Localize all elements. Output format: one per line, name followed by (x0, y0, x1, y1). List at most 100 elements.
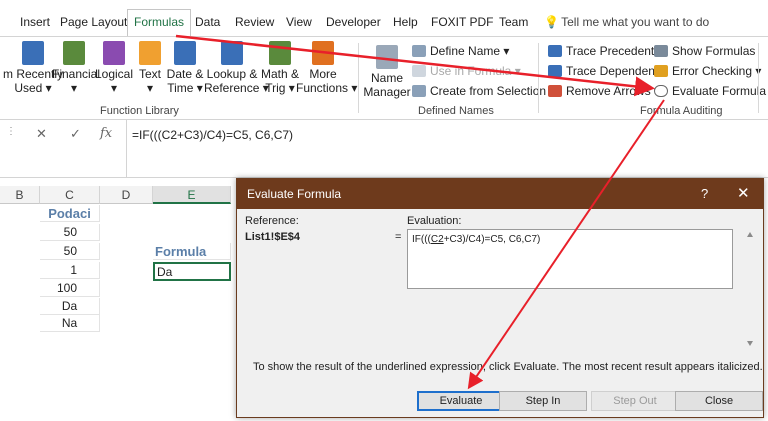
financial-icon (63, 41, 85, 65)
column-header-e[interactable]: E (153, 186, 231, 204)
formula-bar-divider (126, 120, 127, 178)
cell-e-label[interactable]: Formula (153, 243, 231, 260)
financial-button[interactable]: Financial ▾ (52, 41, 100, 95)
cell-c-value[interactable]: Na (40, 315, 100, 332)
formula-bar: ⋮ ✕ ✓ fx =IF(((C2+C3)/C4)=C5, C6,C7) (0, 120, 768, 178)
formula-input[interactable]: =IF(((C2+C3)/C4)=C5, C6,C7) (132, 128, 293, 142)
trace-dependents-button[interactable]: Trace Dependents (548, 62, 664, 80)
cell-c-value[interactable]: 1 (40, 262, 100, 279)
formula-auditing-label: Formula Auditing (640, 105, 723, 117)
close-icon[interactable]: ✕ (737, 184, 750, 202)
error-checking-button[interactable]: Error Checking ▾ (654, 62, 761, 80)
group-separator (758, 43, 759, 113)
star-icon (22, 41, 44, 65)
create-from-selection-button[interactable]: Create from Selection (412, 82, 546, 100)
tab-team[interactable]: Team (493, 10, 534, 34)
evaluate-formula-dialog: Evaluate Formula ? ✕ Reference: List1!$E… (236, 178, 764, 418)
date-time-button[interactable]: Date & Time ▾ (164, 41, 206, 95)
function-library-label: Function Library (100, 105, 179, 117)
name-manager-label-2: Manager (363, 85, 411, 99)
tag-icon (412, 45, 426, 57)
trace-precedents-button[interactable]: Trace Precedents (548, 42, 660, 60)
formula-bar-buttons: ✕ ✓ fx (24, 124, 124, 146)
evaluate-formula-icon (654, 85, 668, 97)
define-name-button[interactable]: Define Name ▾ (412, 42, 509, 60)
scrollbar-arrows-icon (747, 232, 753, 346)
dialog-titlebar: Evaluate Formula ? ✕ (237, 179, 763, 209)
tab-insert[interactable]: Insert (14, 10, 56, 34)
lookup-label: Lookup & (206, 67, 258, 81)
step-in-button[interactable]: Step In (499, 391, 587, 411)
more-functions-label: More (309, 67, 337, 81)
name-manager-button[interactable]: Name Manager (362, 45, 412, 99)
equals-sign: = (395, 231, 402, 243)
column-header-b[interactable]: B (0, 186, 40, 204)
cell-c-value[interactable]: 100 (40, 280, 100, 297)
cell-c-value[interactable]: 50 (40, 243, 100, 260)
evaluate-formula-label: Evaluate Formula (672, 84, 767, 98)
enter-icon[interactable]: ✓ (70, 126, 81, 142)
use-in-formula-icon (412, 65, 426, 77)
logical-label: Logical (94, 67, 134, 81)
column-header-c[interactable]: C (40, 186, 100, 204)
name-manager-label: Name (370, 71, 403, 85)
logical-label-2: ▾ (110, 81, 118, 95)
tab-page-layout[interactable]: Page Layout (54, 10, 133, 34)
lightbulb-icon: 💡 (544, 15, 559, 29)
close-button[interactable]: Close (675, 391, 763, 411)
error-checking-label: Error Checking ▾ (672, 64, 762, 78)
cell-c-value[interactable]: Da (40, 298, 100, 315)
cell-c-header[interactable]: Podaci (40, 205, 100, 222)
evaluation-suffix: +C3)/C4)=C5, C6,C7) (443, 234, 541, 245)
more-functions-icon (312, 41, 334, 65)
group-separator (358, 43, 359, 113)
defined-names-label: Defined Names (418, 105, 494, 117)
tab-foxit-pdf[interactable]: FOXIT PDF (425, 10, 499, 34)
tab-formulas[interactable]: Formulas (127, 9, 192, 37)
logical-button[interactable]: Logical ▾ (94, 41, 134, 95)
evaluation-prefix: IF((( (412, 234, 431, 245)
evaluation-box[interactable]: IF(((C2+C3)/C4)=C5, C6,C7) (407, 229, 733, 289)
text-label: Text (138, 67, 161, 81)
step-out-button[interactable]: Step Out (591, 391, 679, 411)
tell-me-text: Tell me what you want to do (561, 15, 710, 29)
date-time-label: Date & (166, 67, 204, 81)
remove-arrows-button[interactable]: Remove Arrows ▾ (548, 82, 660, 100)
tab-review[interactable]: Review (229, 10, 280, 34)
cancel-icon[interactable]: ✕ (36, 126, 47, 142)
tell-me-search[interactable]: 💡 Tell me what you want to do (544, 10, 709, 34)
create-from-selection-label: Create from Selection (430, 84, 547, 98)
insert-function-icon[interactable]: fx (100, 126, 112, 141)
cell-e-active[interactable]: Da (153, 262, 231, 281)
define-name-label: Define Name ▾ (430, 44, 510, 58)
text-button[interactable]: Text ▾ (134, 41, 166, 95)
more-functions-label-2: Functions ▾ (296, 81, 358, 95)
tab-help[interactable]: Help (387, 10, 424, 34)
help-icon[interactable]: ? (701, 186, 708, 201)
show-formulas-icon (654, 45, 668, 57)
show-formulas-button[interactable]: Show Formulas (654, 42, 755, 60)
column-header-d[interactable]: D (100, 186, 153, 204)
financial-label-2: ▾ (70, 81, 78, 95)
trace-dependents-icon (548, 65, 562, 77)
evaluation-label: Evaluation: (407, 215, 462, 227)
evaluation-text: IF(((C2+C3)/C4)=C5, C6,C7) (412, 234, 540, 245)
lookup-icon (221, 41, 243, 65)
cell-c-value[interactable]: 50 (40, 224, 100, 241)
calendar-icon (174, 41, 196, 65)
evaluation-scrollbar[interactable] (745, 229, 755, 349)
reference-label: Reference: (245, 215, 299, 227)
logical-icon (103, 41, 125, 65)
dialog-hint: To show the result of the underlined exp… (253, 361, 763, 373)
evaluate-button[interactable]: Evaluate (417, 391, 505, 411)
tab-view[interactable]: View (280, 10, 318, 34)
more-functions-button[interactable]: More Functions ▾ (296, 41, 358, 95)
tab-developer[interactable]: Developer (320, 10, 387, 34)
use-in-formula-button[interactable]: Use in Formula ▾ (412, 62, 521, 80)
create-from-selection-icon (412, 85, 426, 97)
evaluate-formula-button[interactable]: Evaluate Formula (654, 82, 766, 100)
lookup-reference-button[interactable]: Lookup & Reference ▾ (204, 41, 269, 95)
evaluation-underlined: C2 (430, 234, 444, 245)
remove-arrows-label: Remove Arrows ▾ (566, 84, 661, 98)
tab-data[interactable]: Data (189, 10, 226, 34)
